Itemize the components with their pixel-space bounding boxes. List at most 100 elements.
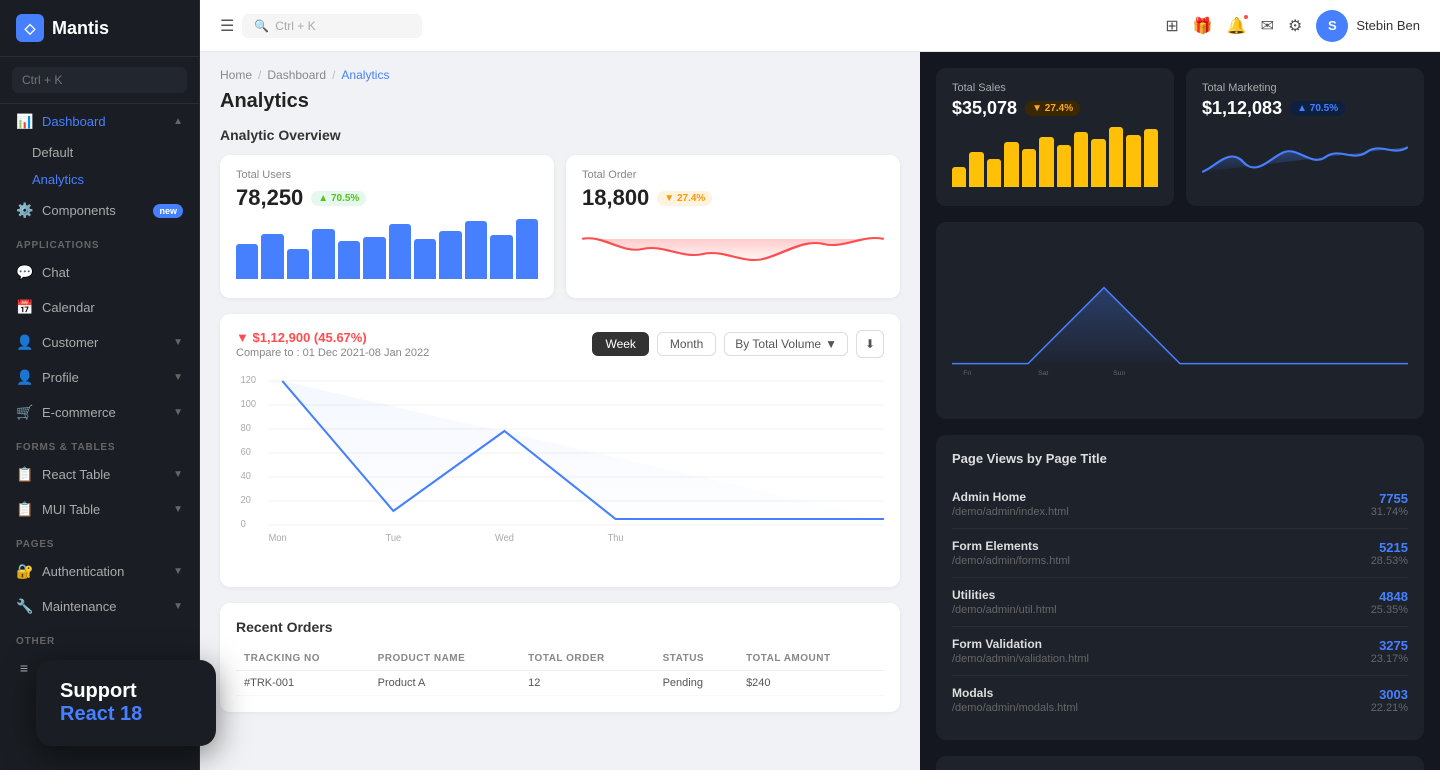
recent-orders-title: Recent Orders	[236, 619, 884, 635]
cell: Pending	[655, 671, 738, 696]
marketing-chart	[1202, 127, 1408, 187]
pv-right: 3003 22.21%	[1371, 687, 1408, 714]
bar	[287, 249, 309, 279]
dark-stat-badge-marketing: ▲ 70.5%	[1290, 101, 1345, 116]
gift-icon[interactable]: 🎁	[1193, 16, 1213, 36]
settings-icon[interactable]: ⚙	[1288, 16, 1302, 36]
breadcrumb-sep: /	[332, 68, 335, 82]
sidebar-item-maintenance[interactable]: 🔧 Maintenance ▼	[0, 589, 199, 624]
logo-icon: ◇	[16, 14, 44, 42]
income-overview-section: ▼ $1,12,900 (45.67%) Compare to : 01 Dec…	[220, 314, 900, 587]
bar	[261, 234, 283, 279]
menu-toggle-icon[interactable]: ☰	[220, 16, 234, 36]
svg-text:60: 60	[241, 447, 251, 458]
bar	[465, 221, 487, 279]
week-button[interactable]: Week	[592, 332, 648, 356]
page-views-section: Page Views by Page Title Admin Home /dem…	[936, 435, 1424, 740]
left-panel: Home / Dashboard / Analytics Analytics A…	[200, 52, 920, 770]
section-pages: Pages	[0, 527, 199, 554]
bar	[1022, 149, 1036, 187]
month-button[interactable]: Month	[657, 332, 716, 356]
bar	[987, 159, 1001, 187]
page-title: Analytics	[220, 90, 900, 113]
dashboard-icon: 📊	[16, 113, 32, 130]
chevron-down-icon: ▼	[173, 372, 183, 383]
dark-stat-cards: Total Sales $35,078 ▼ 27.4%	[936, 68, 1424, 206]
bar	[414, 239, 436, 279]
sidebar-item-label: Calendar	[42, 300, 183, 315]
stat-value-users: 78,250 ▲ 70.5%	[236, 185, 538, 211]
sidebar-item-dashboard[interactable]: 📊 Dashboard ▲	[0, 104, 199, 139]
sidebar-logo[interactable]: ◇ Mantis	[0, 0, 199, 57]
maintenance-icon: 🔧	[16, 598, 32, 615]
pv-info: Utilities /demo/admin/util.html	[952, 588, 1057, 616]
svg-text:Sat: Sat	[1038, 370, 1048, 377]
sidebar: ◇ Mantis 📊 Dashboard ▲ Default Analytics…	[0, 0, 200, 770]
pv-count: 5215	[1371, 540, 1408, 555]
svg-text:80: 80	[241, 423, 251, 434]
income-meta: ▼ $1,12,900 (45.67%) Compare to : 01 Dec…	[236, 330, 429, 359]
sidebar-item-components[interactable]: ⚙️ Components new	[0, 193, 199, 228]
dark-income-chart: Fri Sat Sun	[936, 222, 1424, 419]
topbar-left: ☰ 🔍 Ctrl + K	[220, 14, 422, 38]
sidebar-item-mui-table[interactable]: 📋 MUI Table ▼	[0, 492, 199, 527]
breadcrumb-dashboard[interactable]: Dashboard	[267, 68, 326, 82]
topbar: ☰ 🔍 Ctrl + K ⊞ 🎁 🔔 ✉ ⚙ S Stebin Ben	[200, 0, 1440, 52]
sidebar-search-area	[0, 57, 199, 104]
support-popup[interactable]: Support React 18	[36, 660, 216, 746]
notification-icon[interactable]: 🔔	[1227, 16, 1247, 36]
stat-label-users: Total Users	[236, 169, 538, 181]
col-total-amount: TOTAL AMOUNT	[738, 647, 884, 671]
pv-url: /demo/admin/forms.html	[952, 555, 1070, 567]
pv-info: Form Validation /demo/admin/validation.h…	[952, 637, 1089, 665]
mail-icon[interactable]: ✉	[1261, 16, 1274, 36]
sidebar-item-label: E-commerce	[42, 405, 163, 420]
section-forms-tables: Forms & Tables	[0, 430, 199, 457]
sidebar-item-label: Maintenance	[42, 599, 163, 614]
sidebar-item-calendar[interactable]: 📅 Calendar	[0, 290, 199, 325]
pv-url: /demo/admin/util.html	[952, 604, 1057, 616]
dark-stat-value-sales: $35,078 ▼ 27.4%	[952, 98, 1158, 119]
sidebar-item-authentication[interactable]: 🔐 Authentication ▼	[0, 554, 199, 589]
bar	[1109, 127, 1123, 187]
svg-text:100: 100	[241, 399, 256, 410]
calendar-icon: 📅	[16, 299, 32, 316]
sidebar-item-default[interactable]: Default	[32, 139, 199, 166]
bar	[363, 237, 385, 279]
col-total-order: TOTAL ORDER	[520, 647, 654, 671]
cell: Product A	[370, 671, 520, 696]
volume-dropdown[interactable]: By Total Volume ▼	[724, 332, 848, 356]
topbar-search[interactable]: 🔍 Ctrl + K	[242, 14, 422, 38]
bar	[389, 224, 411, 279]
dark-stat-label-sales: Total Sales	[952, 82, 1158, 94]
income-controls: Week Month By Total Volume ▼ ⬇	[592, 330, 884, 358]
sidebar-item-label: Customer	[42, 335, 163, 350]
download-button[interactable]: ⬇	[856, 330, 884, 358]
svg-text:Wed: Wed	[495, 533, 514, 544]
svg-text:0: 0	[241, 519, 246, 530]
cell: #TRK-001	[236, 671, 370, 696]
pv-count: 3275	[1371, 638, 1408, 653]
sidebar-item-profile[interactable]: 👤 Profile ▼	[0, 360, 199, 395]
bar	[969, 152, 983, 187]
sidebar-item-react-table[interactable]: 📋 React Table ▼	[0, 457, 199, 492]
sidebar-item-customer[interactable]: 👤 Customer ▼	[0, 325, 199, 360]
pv-count: 3003	[1371, 687, 1408, 702]
sidebar-item-chat[interactable]: 💬 Chat	[0, 255, 199, 290]
section-applications: Applications	[0, 228, 199, 255]
bar	[236, 244, 258, 279]
sidebar-item-ecommerce[interactable]: 🛒 E-commerce ▼	[0, 395, 199, 430]
user-avatar-area[interactable]: S Stebin Ben	[1316, 10, 1420, 42]
sidebar-search-input[interactable]	[12, 67, 187, 93]
breadcrumb-home[interactable]: Home	[220, 68, 252, 82]
dark-income-svg: Fri Sat Sun	[952, 238, 1408, 398]
sidebar-item-analytics[interactable]: Analytics	[32, 166, 199, 193]
bar	[516, 219, 538, 279]
page-views-title: Page Views by Page Title	[952, 451, 1408, 466]
bar	[1144, 129, 1158, 187]
chevron-down-icon: ▼	[173, 337, 183, 348]
chevron-down-icon: ▼	[173, 566, 183, 577]
apps-icon[interactable]: ⊞	[1165, 16, 1178, 36]
search-placeholder: Ctrl + K	[275, 19, 315, 33]
svg-text:20: 20	[241, 495, 251, 506]
